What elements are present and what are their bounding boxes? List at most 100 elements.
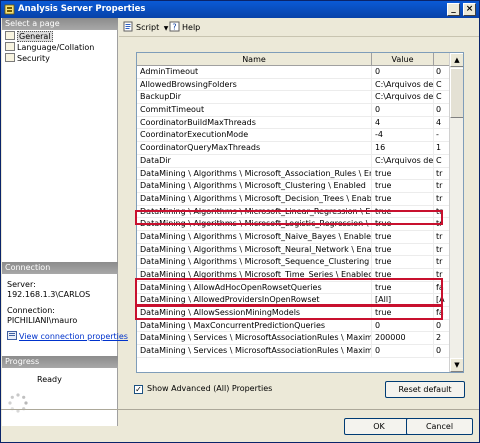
show-advanced-label: Show Advanced (All) Properties <box>147 384 273 393</box>
scroll-thumb[interactable] <box>450 68 463 118</box>
property-extra-cell: 0 <box>434 66 449 79</box>
property-name-cell: BackupDir <box>137 91 372 105</box>
close-button[interactable]: × <box>463 3 476 16</box>
property-extra-cell: tr <box>434 269 449 282</box>
table-row[interactable]: DataMining \ AllowSessionMiningModels tru… <box>137 307 449 320</box>
table-row[interactable]: DataMining \ AllowedProvidersInOpenRowse… <box>137 294 449 308</box>
vertical-scrollbar[interactable]: ▲ ▼ <box>449 53 463 372</box>
view-connection-properties-link[interactable]: View connection properties <box>7 331 128 342</box>
property-value-cell: true <box>372 269 434 282</box>
help-icon: ? <box>169 21 180 32</box>
help-button[interactable]: ? Help <box>169 21 200 34</box>
property-value-cell: true <box>372 281 434 295</box>
property-extra-cell: C <box>434 91 449 105</box>
property-value-cell: true <box>372 205 434 219</box>
table-row[interactable]: DataMining \ Algorithms \ Microsoft_Line… <box>137 205 449 219</box>
table-row[interactable]: DataMining \ Algorithms \ Microsoft_Asso… <box>137 167 449 181</box>
table-row[interactable]: DataMining \ Algorithms \ Microsoft_Deci… <box>137 192 449 206</box>
property-extra-cell: tr <box>434 218 449 231</box>
property-extra-cell: tr <box>434 256 449 269</box>
property-extra-cell: C <box>434 79 449 92</box>
chevron-down-icon[interactable]: ▼ <box>164 25 169 32</box>
property-value-cell: 0 <box>372 345 434 358</box>
progress-status: Ready <box>37 375 62 384</box>
property-value-cell: 200000 <box>372 332 434 346</box>
table-row[interactable]: CoordinatorBuildMaxThreads 4 4 <box>137 116 449 130</box>
property-value-cell: [All] <box>372 294 434 308</box>
properties-grid[interactable]: Name Value AdminTimeout 0 0 AllowedBrowsing… <box>136 52 464 373</box>
property-name-cell: CommitTimeout <box>137 104 372 117</box>
property-extra-cell: tr <box>434 193 449 206</box>
table-row[interactable]: DataMining \ MaxConcurrentPredictionQuer… <box>137 319 449 333</box>
table-row[interactable]: DataMining \ AllowAdHocOpenRowsetQueries… <box>137 281 449 295</box>
property-name-cell: DataMining \ Algorithms \ Microsoft_Clus… <box>137 180 372 193</box>
property-name-cell: DataMining \ AllowAdHocOpenRowsetQueries <box>137 281 372 295</box>
table-row[interactable]: AdminTimeout 0 0 <box>137 66 449 79</box>
table-row[interactable]: DataMining \ Algorithms \ Microsoft_Neur… <box>137 243 449 257</box>
property-extra-cell: 2 <box>434 332 449 346</box>
property-value-cell: 0 <box>372 104 434 117</box>
cancel-button[interactable]: Cancel <box>406 418 473 435</box>
script-icon <box>123 21 133 32</box>
table-row[interactable]: DataMining \ Algorithms \ Microsoft_Naiv… <box>137 230 449 244</box>
minimize-button[interactable]: _ <box>447 3 460 16</box>
table-row[interactable]: DataMining \ Services \ MicrosoftAssocia… <box>137 332 449 346</box>
scroll-up-button[interactable]: ▲ <box>450 53 463 67</box>
table-row[interactable]: CoordinatorExecutionMode -4- <box>137 129 449 143</box>
scroll-down-button[interactable]: ▼ <box>450 358 463 372</box>
property-name-cell: DataMining \ Algorithms \ Microsoft_Line… <box>137 205 372 219</box>
property-value-cell: true <box>372 180 434 193</box>
property-value-cell: C:\Arquivos de ... <box>372 91 434 105</box>
property-extra-cell: 1 <box>434 142 449 155</box>
page-item-language-collation[interactable]: Language/Collation <box>5 42 94 53</box>
property-value-cell: true <box>372 230 434 244</box>
connection-value: PICHILIANI\mauro <box>7 316 78 325</box>
table-row[interactable]: CommitTimeout 0 0 <box>137 104 449 117</box>
property-value-cell: 16 <box>372 142 434 155</box>
page-item-general[interactable]: General <box>5 31 53 42</box>
property-name-cell: DataMining \ Algorithms \ Microsoft_Deci… <box>137 192 372 206</box>
property-name-cell: DataMining \ AllowSessionMiningModels <box>137 307 372 320</box>
script-button[interactable]: Script ▼ <box>123 21 168 34</box>
table-row[interactable]: DataMining \ Services \ MicrosoftAssocia… <box>137 345 449 358</box>
property-extra-cell: - <box>434 129 449 143</box>
column-header-name[interactable]: Name <box>137 53 372 66</box>
property-value-cell: true <box>372 167 434 181</box>
property-name-cell: DataDir <box>137 154 372 168</box>
property-value-cell: 4 <box>372 116 434 130</box>
table-row[interactable]: DataMining \ Algorithms \ Microsoft_Time… <box>137 269 449 282</box>
column-header-third[interactable] <box>434 53 449 66</box>
property-extra-cell: tr <box>434 231 449 244</box>
progress-spinner-icon <box>8 393 28 413</box>
table-row[interactable]: BackupDirC:\Arquivos de ...C <box>137 91 449 105</box>
footer-divider <box>1 409 479 410</box>
property-name-cell: DataMining \ Services \ MicrosoftAssocia… <box>137 345 372 358</box>
column-header-value[interactable]: Value <box>372 53 434 66</box>
property-extra-cell: tr <box>434 244 449 257</box>
page-item-security[interactable]: Security <box>5 53 50 64</box>
property-value-cell: C:\Arquivos de ... <box>372 78 434 92</box>
table-row[interactable]: DataDirC:\Arquivos de ...C <box>137 154 449 168</box>
property-value-cell: true <box>372 218 434 231</box>
connection-properties-icon <box>7 331 17 340</box>
table-row[interactable]: AllowedBrowsingFoldersC:\Arquivos de ...… <box>137 78 449 92</box>
reset-default-button[interactable]: Reset default <box>385 381 465 398</box>
property-name-cell: CoordinatorBuildMaxThreads <box>137 116 372 130</box>
table-row[interactable]: CoordinatorQueryMaxThreads 16 1 <box>137 142 449 155</box>
property-name-cell: DataMining \ Algorithms \ Microsoft_Logi… <box>137 218 372 231</box>
property-value-cell: 0 <box>372 66 434 79</box>
property-name-cell: DataMining \ Algorithms \ Microsoft_Time… <box>137 269 372 282</box>
table-row[interactable]: DataMining \ Algorithms \ Microsoft_Logi… <box>137 218 449 231</box>
show-advanced-checkbox[interactable]: ✓ <box>134 385 143 394</box>
table-row[interactable]: DataMining \ Algorithms \ Microsoft_Clus… <box>137 180 449 193</box>
table-row[interactable]: DataMining \ Algorithms \ Microsoft_Sequ… <box>137 256 449 269</box>
property-name-cell: CoordinatorExecutionMode <box>137 129 372 143</box>
property-extra-cell: [A <box>434 294 449 308</box>
property-extra-cell: 0 <box>434 345 449 358</box>
properties-window: Analysis Server Properties _ × Select a … <box>0 0 480 443</box>
ok-button[interactable]: OK <box>344 418 414 435</box>
window-title: Analysis Server Properties <box>18 4 146 14</box>
grid-header: Name Value <box>137 53 449 66</box>
property-name-cell: DataMining \ MaxConcurrentPredictionQuer… <box>137 319 372 333</box>
page-icon <box>5 31 15 40</box>
